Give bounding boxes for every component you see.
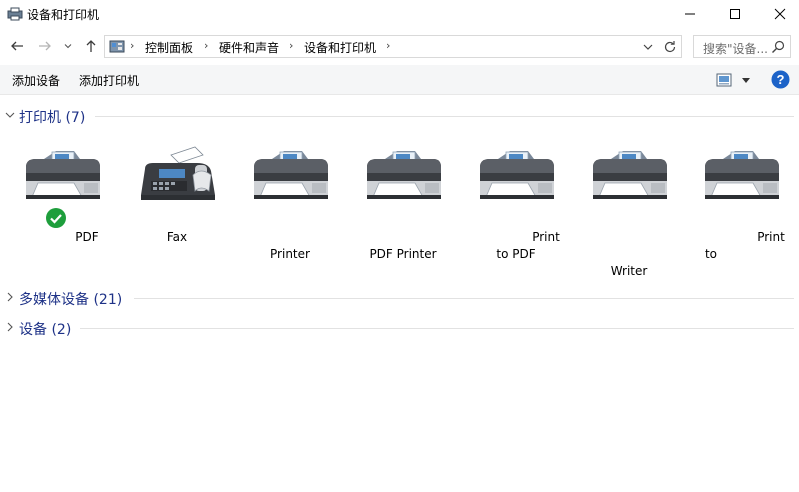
breadcrumb-devices-printers[interactable]: 设备和打印机 [304,39,376,56]
search-icon[interactable] [771,40,785,54]
up-arrow-icon [86,40,96,52]
close-button[interactable] [757,0,799,28]
chevron-right-icon[interactable] [5,292,15,302]
address-dropdown-icon[interactable] [640,39,656,55]
device-tile-print-to[interactable]: Print to [686,145,796,280]
device-label-line: to PDF [496,247,536,261]
group-divider [134,298,794,299]
minimize-icon [685,13,695,15]
printer-icon [480,151,554,199]
device-label-line: to [704,247,718,261]
device-tile-pdf[interactable]: PDF [7,145,117,280]
device-label: Printer [235,229,345,263]
device-tile-pdf-printer[interactable]: PDF Printer [348,145,458,280]
close-icon [774,8,786,20]
device-label: PDF [7,229,117,246]
device-tile-fax[interactable]: Fax [122,145,232,280]
device-label-line: Print [757,230,785,244]
device-label: Writer [574,229,684,280]
multimedia-group-header[interactable]: 多媒体设备 (21) [0,288,799,308]
breadcrumb-separator-icon: › [386,39,391,52]
device-tile-printer-3[interactable]: Printer [235,145,345,280]
device-label: Print to [686,229,796,263]
breadcrumb-separator-icon: › [130,39,135,52]
search-box[interactable]: 搜索"设备... [693,35,791,58]
printer-icon [26,151,100,199]
device-label: PDF Printer [348,229,458,263]
printer-icon [367,151,441,199]
add-printer-button[interactable]: 添加打印机 [79,72,139,89]
device-label-line: Print [532,230,560,244]
recent-locations-button[interactable] [61,37,75,55]
help-icon[interactable]: ? [771,70,790,89]
change-view-icon[interactable] [716,73,732,87]
device-label-line: Printer [270,247,310,261]
printers-group-header[interactable]: 打印机 (7) [0,106,799,126]
device-label-line [574,229,684,246]
device-tile-print-to-pdf[interactable]: Print to PDF [461,145,571,280]
forward-button[interactable] [36,37,54,55]
command-bar: 添加设备 添加打印机 ? [0,65,799,95]
address-bar[interactable]: › 控制面板 › 硬件和声音 › 设备和打印机 › [104,35,682,58]
device-label: Print to PDF [461,229,571,263]
device-tile-xps-writer[interactable]: Writer [574,145,684,280]
group-divider [80,328,794,329]
breadcrumb-separator-icon: › [289,39,294,52]
device-label-line: PDF Printer [369,247,437,261]
fax-icon [141,146,215,200]
refresh-icon[interactable] [662,39,678,55]
group-divider [95,116,794,117]
device-label-line: PDF [75,230,99,244]
device-label-line [348,229,458,246]
control-panel-icon [109,40,125,53]
printers-group-title: 打印机 (7) [19,110,86,126]
device-label: Fax [122,229,232,246]
printer-icon [254,151,328,199]
minimize-button[interactable] [667,0,713,28]
devices-group-header[interactable]: 设备 (2) [0,318,799,338]
window-title: 设备和打印机 [27,8,100,22]
back-button[interactable] [8,37,26,55]
device-label-line: Fax [166,230,188,244]
chevron-right-icon[interactable] [5,322,15,332]
chevron-down-icon[interactable] [5,110,15,120]
default-printer-check-icon [46,208,66,228]
breadcrumb-hardware-sound[interactable]: 硬件和声音 [219,39,279,56]
maximize-button[interactable] [712,0,758,28]
device-label-line: Writer [610,264,648,278]
add-device-button[interactable]: 添加设备 [12,72,60,89]
svg-text:?: ? [777,72,785,87]
title-bar: 设备和打印机 [0,0,799,30]
breadcrumb-control-panel[interactable]: 控制面板 [145,39,193,56]
breadcrumb-separator-icon: › [204,39,209,52]
printer-icon [593,151,667,199]
device-label-line [235,229,345,246]
back-arrow-icon [11,41,23,51]
up-button[interactable] [82,37,100,55]
search-input[interactable]: 搜索"设备... [703,40,768,57]
multimedia-group-title: 多媒体设备 (21) [19,292,123,308]
recent-chevron-icon [64,44,72,49]
devices-and-printers-app-icon [7,7,23,21]
devices-group-title: 设备 (2) [19,322,72,338]
printer-icon [705,151,779,199]
device-label-line [574,246,684,263]
view-dropdown-icon[interactable] [740,75,752,85]
maximize-icon [730,9,740,19]
forward-arrow-icon [39,41,51,51]
